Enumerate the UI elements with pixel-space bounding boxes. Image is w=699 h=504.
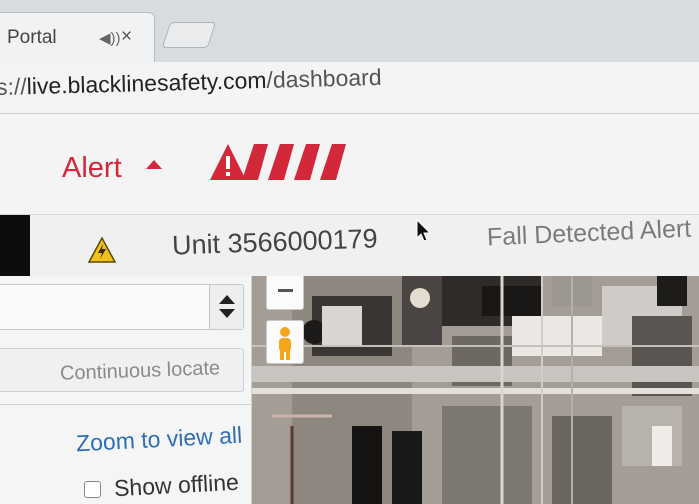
url-prefix: s://	[0, 73, 27, 100]
zoom-out-icon	[278, 289, 293, 292]
pegman-button[interactable]	[266, 320, 304, 364]
alert-bar	[294, 144, 320, 180]
select-arrows-icon[interactable]	[209, 285, 243, 329]
warning-dot	[226, 172, 230, 176]
new-tab-button[interactable]	[161, 22, 217, 48]
close-icon[interactable]: ×	[121, 26, 132, 48]
cursor-icon	[416, 219, 432, 242]
warning-triangle-icon	[88, 237, 116, 263]
alert-level-meter	[210, 144, 346, 180]
url-path: /dashboard	[266, 63, 382, 93]
browser-tab[interactable]: Portal ◀︎)) ×	[0, 12, 155, 62]
alert-label[interactable]: Alert	[62, 152, 122, 185]
arrow-up-icon	[219, 295, 235, 304]
show-offline-checkbox[interactable]	[84, 481, 101, 498]
zoom-to-view-all-link[interactable]: Zoom to view all	[75, 422, 242, 458]
dashboard-page: Alert Unit 3566000179 Fall Detected Aler…	[0, 114, 699, 504]
browser-tabstrip: Portal ◀︎)) ×	[0, 0, 699, 62]
show-offline-label[interactable]: Show offline	[113, 469, 239, 502]
arrow-down-icon	[219, 309, 235, 318]
map-imagery	[252, 276, 699, 504]
speaker-icon[interactable]: ◀︎))	[99, 29, 121, 47]
left-panel: Continuous locate Zoom to view all Show …	[0, 276, 252, 504]
pegman-icon	[279, 327, 291, 360]
satellite-map[interactable]	[252, 276, 699, 504]
address-bar[interactable]: s://live.blacklinesafety.com/dashboard	[0, 62, 699, 114]
alert-type-label: Fall Detected Alert	[486, 214, 692, 252]
alert-header: Alert	[0, 114, 699, 214]
alert-bar	[242, 144, 268, 180]
alert-bar	[320, 144, 346, 180]
warning-mark	[226, 156, 230, 169]
tab-title: Portal	[7, 27, 57, 48]
unit-select[interactable]	[0, 284, 244, 330]
caret-up-icon[interactable]	[146, 160, 162, 169]
alert-bar	[268, 144, 294, 180]
unit-label[interactable]: Unit 3566000179	[172, 223, 379, 261]
url-host: live.blacklinesafety.com	[26, 66, 267, 100]
unit-row[interactable]: Unit 3566000179 Fall Detected Alert	[0, 214, 699, 289]
divider	[0, 404, 252, 405]
zoom-out-button[interactable]	[266, 276, 304, 310]
url-text[interactable]: s://live.blacklinesafety.com/dashboard	[0, 64, 382, 101]
